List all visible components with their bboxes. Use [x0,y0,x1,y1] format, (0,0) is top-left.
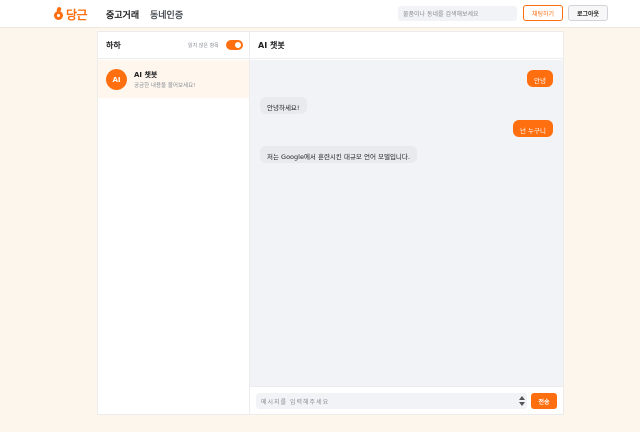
message-input[interactable]: 메시지를 입력해주세요 [256,393,527,409]
logout-button[interactable]: 로그아웃 [568,5,608,21]
chat-room-name: AI 챗봇 [134,71,158,79]
message-composer: 메시지를 입력해주세요 전송 [250,386,563,414]
conversation-panel: AI 챗봇 안녕 안녕하세요! 넌 누구니 저는 Google에서 훈련시킨 대… [250,32,563,414]
unread-only-label: 읽지 않은 항목 [188,43,219,49]
search-input[interactable]: 물품이나 동네를 검색해보세요 [398,6,517,21]
my-message: 넌 누구니 [513,120,553,137]
chat-list-title: 하하 [106,41,121,50]
nav-used-trade[interactable]: 중고거래 [106,8,139,21]
textarea-resize-icon[interactable] [518,395,526,407]
bot-message: 안녕하세요! [260,97,307,114]
conversation-header: AI 챗봇 [250,32,563,59]
conversation-title: AI 챗봇 [258,41,285,50]
message-list[interactable]: 안녕 안녕하세요! 넌 누구니 저는 Google에서 훈련시킨 대규모 언어 … [250,60,563,386]
chat-room-item[interactable]: AI AI 챗봇 궁금한 내용을 물어보세요! [98,60,249,98]
carrot-logo-icon [53,6,64,21]
chat-container: 하하 읽지 않은 항목 AI AI 챗봇 궁금한 내용을 물어보세요! AI 챗… [97,31,564,415]
search-placeholder: 물품이나 동네를 검색해보세요 [403,11,479,18]
chat-room-preview: 궁금한 내용을 물어보세요! [134,83,196,89]
logo[interactable]: 당근 [53,5,88,23]
chat-list-panel: 하하 읽지 않은 항목 AI AI 챗봇 궁금한 내용을 물어보세요! [98,32,250,414]
unread-only-toggle[interactable] [226,40,243,50]
nav-town-auth[interactable]: 동네인증 [150,8,183,21]
avatar: AI [106,69,127,90]
toggle-knob [235,42,241,48]
chat-button[interactable]: 채팅하기 [523,5,563,21]
top-header: 당근 중고거래 동네인증 물품이나 동네를 검색해보세요 채팅하기 로그아웃 [0,0,640,28]
chat-list-header: 하하 읽지 않은 항목 [98,32,249,59]
send-button[interactable]: 전송 [531,393,557,409]
bot-message: 저는 Google에서 훈련시킨 대규모 언어 모델입니다. [260,146,417,163]
message-placeholder: 메시지를 입력해주세요 [261,399,330,406]
my-message: 안녕 [527,70,553,87]
logo-text: 당근 [66,7,88,22]
